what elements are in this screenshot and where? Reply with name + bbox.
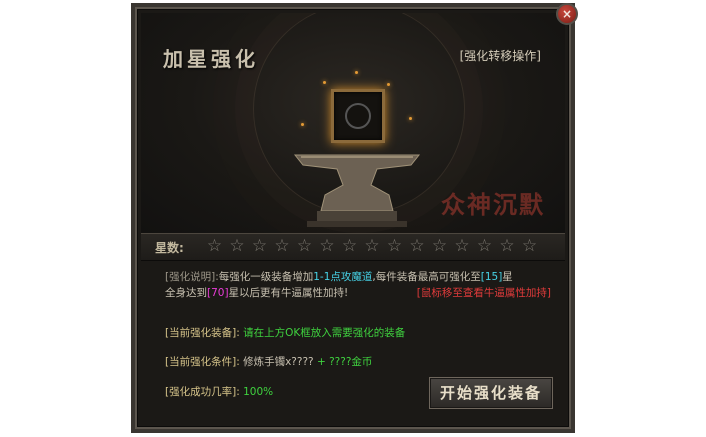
star-icon: ☆ bbox=[386, 236, 403, 256]
star-icon: ☆ bbox=[499, 236, 515, 256]
svg-text:众神沉默: 众神沉默 bbox=[441, 190, 545, 219]
ember-glow bbox=[301, 123, 304, 126]
star-icon: ☆ bbox=[341, 236, 358, 256]
star-icon: ☆ bbox=[319, 236, 335, 256]
desc-text: 星 bbox=[502, 271, 513, 283]
desc-text: 以后更有牛逼属性加持! bbox=[239, 287, 349, 299]
start-strengthen-button[interactable]: 开始强化装备 bbox=[429, 377, 553, 409]
strengthen-description: [强化说明]:每强化一级装备增加1-1点攻魔道,每件装备最高可强化至[15]星 … bbox=[165, 269, 551, 301]
info-rate-row: [强化成功几率]: 100% bbox=[165, 384, 273, 399]
star-icon: ☆ bbox=[364, 236, 380, 256]
transfer-operation-link[interactable]: [强化转移操作] bbox=[460, 47, 541, 64]
star-icon: ☆ bbox=[206, 236, 223, 256]
condition-plus: + bbox=[316, 356, 326, 368]
panel-title: 加星强化 bbox=[163, 47, 259, 71]
desc-text: 全身达到 bbox=[165, 287, 207, 299]
strengthen-panel: 加星强化 [强化转移操作] 众神沉默 星数: ☆ ☆ ☆ ☆ ☆ ☆ ☆ ☆ ☆ ☆ ☆ ☆ ☆ ☆ ☆ [… bbox=[131, 3, 575, 433]
star-icon: ☆ bbox=[431, 236, 448, 256]
condition-item: 修炼手镯x???? bbox=[243, 356, 314, 368]
rate-label: [强化成功几率]: bbox=[165, 386, 240, 398]
star-icon: ☆ bbox=[454, 236, 470, 256]
desc-bonus: 1-1点攻魔道 bbox=[313, 271, 373, 283]
close-button[interactable]: × bbox=[556, 3, 578, 25]
condition-label: [当前强化条件]: bbox=[165, 356, 240, 368]
game-logo: 众神沉默 bbox=[437, 181, 545, 227]
star-icon: ☆ bbox=[251, 236, 268, 256]
anvil-icon bbox=[293, 154, 421, 227]
desc-text: ,每件装备最高可强化至 bbox=[372, 271, 481, 283]
equipment-slot[interactable] bbox=[331, 89, 385, 143]
ember-glow bbox=[323, 81, 326, 84]
star-rating: ☆ ☆ ☆ ☆ ☆ ☆ ☆ ☆ ☆ ☆ ☆ ☆ ☆ ☆ ☆ bbox=[205, 236, 539, 256]
star-row: 星数: ☆ ☆ ☆ ☆ ☆ ☆ ☆ ☆ ☆ ☆ ☆ ☆ ☆ ☆ ☆ bbox=[141, 233, 565, 261]
equip-value: 请在上方OK框放入需要强化的装备 bbox=[243, 327, 406, 339]
ember-glow bbox=[409, 117, 412, 120]
star-icon: ☆ bbox=[229, 236, 245, 256]
desc-max-level: [15] bbox=[480, 271, 503, 283]
logo-icon: 众神沉默 bbox=[441, 190, 545, 219]
ember-glow bbox=[387, 83, 390, 86]
star-icon: ☆ bbox=[274, 236, 290, 256]
desc-text: 每强化一级装备增加 bbox=[218, 271, 314, 283]
close-icon: × bbox=[561, 7, 573, 21]
star-label: 星数: bbox=[155, 241, 184, 255]
desc-text: 星 bbox=[228, 287, 240, 299]
ember-glow bbox=[355, 71, 358, 74]
attribute-hint-link[interactable]: [鼠标移至查看牛逼属性加持] bbox=[417, 285, 551, 301]
star-icon: ☆ bbox=[296, 236, 313, 256]
rate-value: 100% bbox=[243, 386, 274, 398]
condition-gold: ????金币 bbox=[329, 356, 373, 368]
star-icon: ☆ bbox=[521, 236, 538, 256]
star-icon: ☆ bbox=[409, 236, 425, 256]
equip-label: [当前强化装备]: bbox=[165, 327, 240, 339]
desc-full-level: [70] bbox=[207, 287, 229, 299]
forge-area: 加星强化 [强化转移操作] 众神沉默 bbox=[141, 13, 565, 233]
desc-prefix: [强化说明]: bbox=[165, 271, 219, 283]
info-equip-row: [当前强化装备]: 请在上方OK框放入需要强化的装备 bbox=[165, 325, 405, 340]
star-icon: ☆ bbox=[476, 236, 493, 256]
info-condition-row: [当前强化条件]: 修炼手镯x???? + ????金币 bbox=[165, 354, 372, 369]
